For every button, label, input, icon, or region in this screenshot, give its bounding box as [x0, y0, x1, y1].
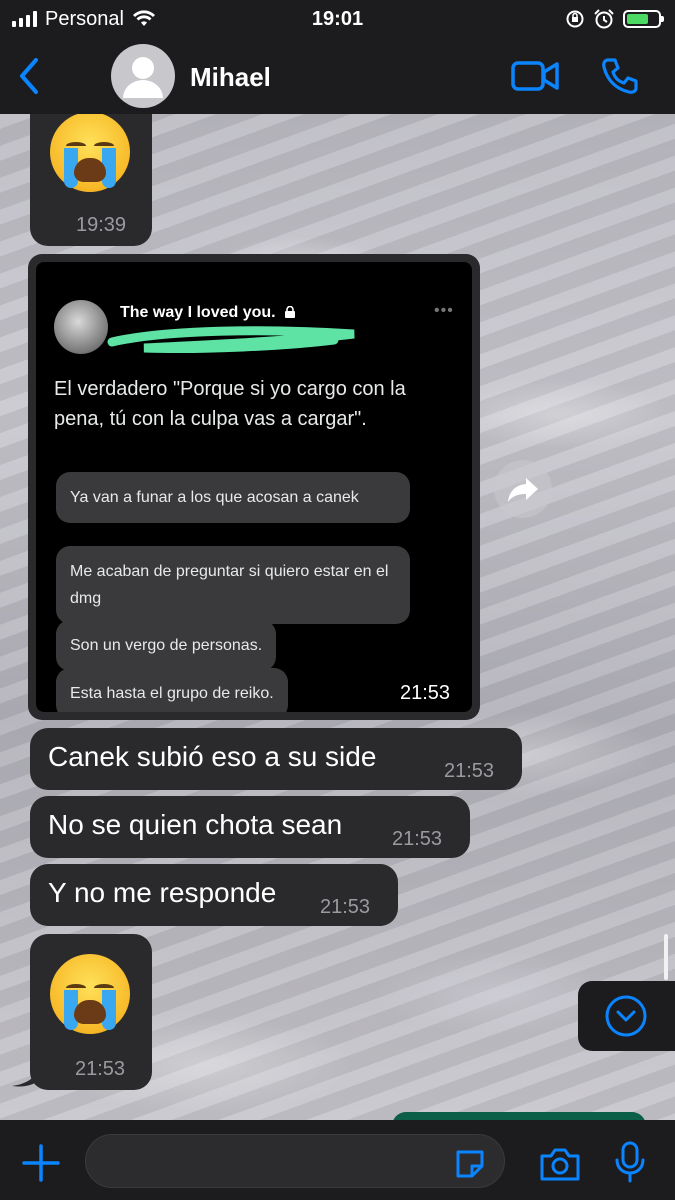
message-time: 21:53 — [75, 1058, 126, 1080]
message-time: 21:53 — [320, 896, 371, 918]
chat-line: Esta hasta el grupo de reiko. — [56, 668, 288, 712]
forward-button[interactable] — [494, 460, 552, 518]
bubble-tail — [12, 1064, 42, 1087]
sticker-icon[interactable] — [452, 1146, 488, 1182]
status-right — [565, 8, 664, 30]
loudly-crying-face-icon — [50, 114, 130, 192]
back-button[interactable] — [14, 56, 44, 96]
orientation-lock-icon — [566, 10, 584, 28]
alarm-icon — [594, 9, 614, 29]
battery-level — [627, 14, 648, 24]
forward-arrow-icon — [508, 478, 538, 502]
status-left: Personal — [12, 8, 156, 31]
chat-line: Ya van a funar a los que acosan a canek — [56, 472, 410, 523]
emoji-message[interactable]: 21:53 — [30, 934, 152, 1090]
outgoing-message-peek — [392, 1112, 646, 1120]
chat-area[interactable]: 19:39 The way I loved you. ••• El verdad… — [0, 114, 675, 1120]
message-time: 21:53 — [400, 682, 451, 704]
message-text: Y no me responde — [48, 877, 277, 908]
chat-header: Mihael — [0, 38, 675, 114]
wifi-icon — [132, 10, 155, 26]
text-message[interactable]: Canek subió eso a su side 21:53 — [30, 728, 522, 790]
lock-icon — [285, 306, 295, 318]
message-time: 19:39 — [76, 214, 127, 236]
phone-call-icon[interactable] — [600, 56, 640, 96]
more-options-icon: ••• — [434, 302, 454, 319]
post-text: El verdadero "Porque si yo cargo con la … — [54, 378, 406, 430]
video-call-icon[interactable] — [510, 58, 560, 94]
microphone-icon[interactable] — [610, 1140, 650, 1184]
chat-line: Me acaban de preguntar si quiero estar e… — [56, 546, 410, 624]
attach-plus-icon[interactable] — [20, 1142, 62, 1184]
redaction-scribble — [107, 326, 355, 354]
text-message[interactable]: Y no me responde 21:53 — [30, 864, 398, 926]
message-text: No se quien chota sean — [48, 809, 343, 840]
message-input[interactable] — [85, 1134, 505, 1188]
default-avatar-icon — [123, 57, 163, 98]
message-time: 21:53 — [444, 760, 495, 782]
scroll-to-bottom-button[interactable] — [578, 981, 675, 1051]
chat-line: Son un vergo de personas. — [56, 620, 277, 671]
chevron-down-icon — [605, 995, 647, 1037]
contact-name[interactable]: Mihael — [190, 62, 271, 93]
carrier-name: Personal — [45, 7, 124, 30]
message-text: Canek subió eso a su side — [48, 741, 377, 772]
scroll-indicator[interactable] — [664, 934, 668, 980]
signal-strength-icon — [12, 11, 37, 27]
status-bar: Personal 19:01 — [0, 0, 675, 38]
battery-icon — [623, 10, 664, 28]
loudly-crying-face-icon — [50, 954, 130, 1034]
contact-avatar[interactable] — [111, 44, 175, 108]
account-avatar — [54, 300, 108, 354]
message-time: 21:53 — [392, 828, 443, 850]
emoji-message[interactable]: 19:39 — [30, 114, 152, 246]
camera-icon[interactable] — [538, 1144, 582, 1184]
text-message[interactable]: No se quien chota sean 21:53 — [30, 796, 470, 858]
input-bar — [0, 1120, 675, 1200]
shared-screenshot[interactable]: The way I loved you. ••• El verdadero "P… — [36, 262, 472, 712]
